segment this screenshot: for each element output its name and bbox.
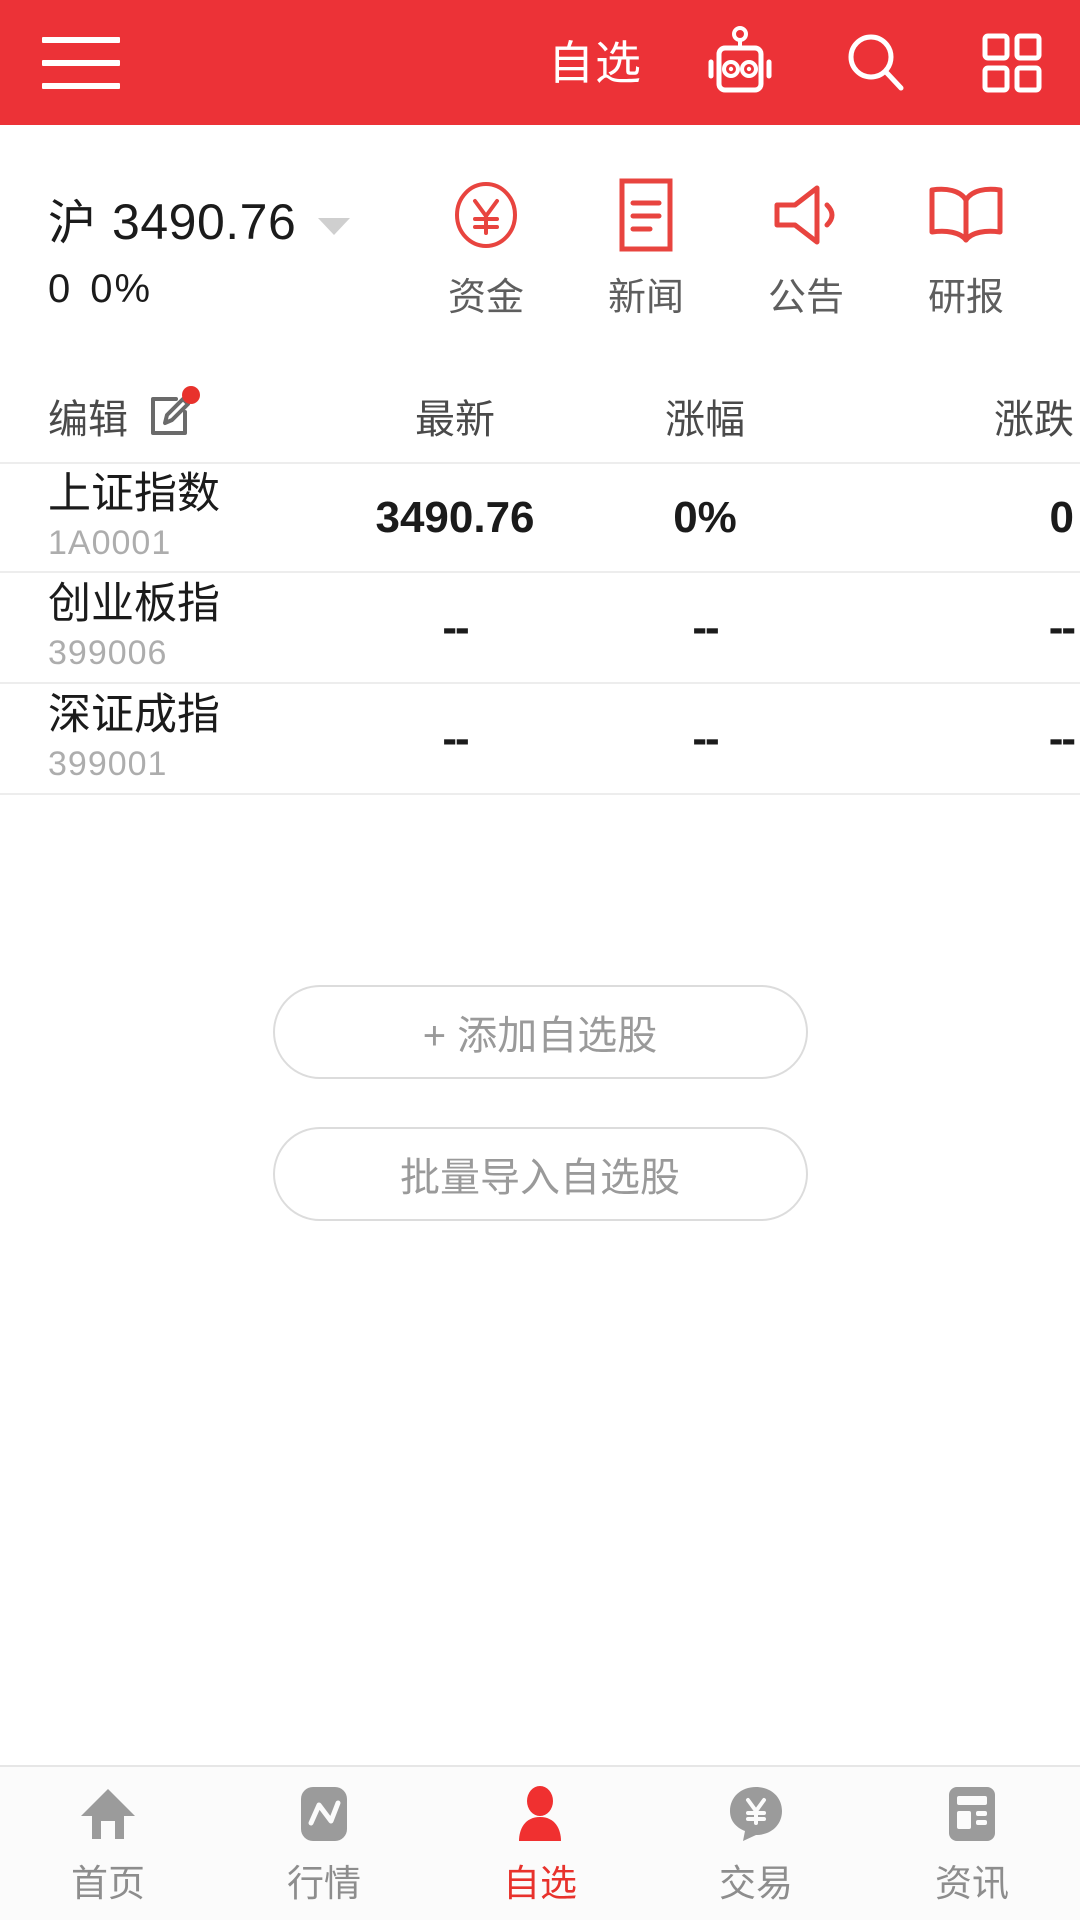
edit-watchlist-button[interactable]: 编辑 <box>0 386 330 445</box>
quick-action-research[interactable]: 研报 <box>886 174 1046 321</box>
app-screen: 自选 沪 3490.76 0 0% 资金 新闻 公告 研报 编辑 最新 涨幅 涨… <box>0 0 1080 1920</box>
row-name: 深证成指 <box>48 691 220 740</box>
row-latest: 3490.76 <box>375 492 535 542</box>
empty-state-actions: + 添加自选股 批量导入自选股 <box>0 985 1080 1221</box>
row-code: 399006 <box>48 633 168 672</box>
index-change-line: 0 0% <box>48 267 396 312</box>
home-icon <box>77 1781 139 1843</box>
nav-label: 首页 <box>71 1862 145 1904</box>
nav-item-home[interactable]: 首页 <box>0 1781 216 1907</box>
nav-item-news[interactable]: 资讯 <box>864 1781 1080 1907</box>
row-code: 399001 <box>48 744 168 783</box>
row-identity: 上证指数 1A0001 <box>0 472 330 562</box>
column-header-change-percent[interactable]: 涨幅 <box>580 387 830 445</box>
index-label: 沪 <box>48 197 97 250</box>
quick-action-news[interactable]: 新闻 <box>566 174 726 321</box>
index-change-percent: 0% <box>90 267 153 311</box>
table-row[interactable]: 上证指数 1A0001 3490.76 0% 0 <box>0 462 1080 573</box>
quick-action-label: 研报 <box>927 277 1004 319</box>
index-value: 3490.76 <box>112 194 297 250</box>
table-column-headers: 编辑 最新 涨幅 涨跌 <box>0 370 1080 462</box>
row-identity: 深证成指 399001 <box>0 693 330 783</box>
column-header-latest[interactable]: 最新 <box>330 387 580 445</box>
nav-label: 自选 <box>503 1862 577 1904</box>
table-row[interactable]: 创业板指 399006 -- -- -- <box>0 573 1080 684</box>
trade-yen-bubble-icon <box>727 1781 785 1843</box>
edit-label: 编辑 <box>48 398 128 442</box>
quick-action-funds[interactable]: 资金 <box>406 174 566 321</box>
row-change-percent: 0% <box>673 492 737 542</box>
row-change-percent: -- <box>692 713 719 763</box>
index-selector[interactable]: 沪 3490.76 0 0% <box>0 183 396 312</box>
quick-action-label: 公告 <box>767 277 844 319</box>
row-change-percent: -- <box>692 602 719 652</box>
hamburger-bar <box>42 82 120 89</box>
hamburger-bar <box>42 36 120 43</box>
quick-action-label: 新闻 <box>607 277 684 319</box>
index-headline: 沪 3490.76 <box>48 183 396 253</box>
row-change-amount: -- <box>1048 602 1076 652</box>
row-change-amount: 0 <box>1049 492 1074 542</box>
add-stock-button[interactable]: + 添加自选股 <box>272 985 808 1079</box>
header-actions: 自选 <box>548 25 1050 101</box>
page-title: 自选 <box>548 36 642 89</box>
nav-label: 交易 <box>719 1862 793 1904</box>
row-latest: -- <box>442 602 469 652</box>
quick-action-row: 资金 新闻 公告 研报 <box>396 174 1080 321</box>
quick-action-announcement[interactable]: 公告 <box>726 174 886 321</box>
row-name: 创业板指 <box>48 580 220 629</box>
nav-item-watchlist[interactable]: 自选 <box>432 1781 648 1907</box>
market-chart-icon <box>297 1781 351 1843</box>
quick-action-label: 资金 <box>447 277 524 319</box>
hamburger-menu-icon[interactable] <box>42 36 120 89</box>
grid-apps-icon[interactable] <box>974 25 1050 101</box>
hamburger-bar <box>42 59 120 66</box>
nav-label: 行情 <box>287 1862 361 1904</box>
speaker-announce-icon <box>767 174 845 256</box>
watchlist-table: 上证指数 1A0001 3490.76 0% 0 创业板指 399006 -- … <box>0 462 1080 795</box>
app-header: 自选 <box>0 0 1080 125</box>
person-icon <box>511 1781 569 1843</box>
index-summary-bar: 沪 3490.76 0 0% 资金 新闻 公告 研报 <box>0 125 1080 370</box>
chevron-down-icon[interactable] <box>318 217 351 235</box>
document-lines-icon <box>614 174 678 256</box>
edit-notification-dot <box>182 386 200 404</box>
row-name: 上证指数 <box>48 470 220 519</box>
index-change-value: 0 <box>48 267 73 311</box>
bottom-navigation: 首页 行情 自选 交易 资讯 <box>0 1765 1080 1920</box>
search-icon[interactable] <box>838 25 914 101</box>
table-row[interactable]: 深证成指 399001 -- -- -- <box>0 684 1080 795</box>
row-code: 1A0001 <box>48 523 172 562</box>
column-header-change-amount[interactable]: 涨跌 <box>830 387 1080 445</box>
news-card-icon <box>945 1781 999 1843</box>
batch-import-button[interactable]: 批量导入自选股 <box>272 1127 808 1221</box>
yen-circle-icon <box>449 174 523 256</box>
nav-item-trade[interactable]: 交易 <box>648 1781 864 1907</box>
row-change-amount: -- <box>1048 713 1076 763</box>
row-latest: -- <box>442 713 469 763</box>
edit-pencil-icon[interactable] <box>142 386 200 442</box>
nav-label: 资讯 <box>935 1862 1009 1904</box>
nav-item-market[interactable]: 行情 <box>216 1781 432 1907</box>
row-identity: 创业板指 399006 <box>0 582 330 672</box>
open-book-icon <box>924 174 1008 256</box>
robot-icon[interactable] <box>702 25 778 101</box>
